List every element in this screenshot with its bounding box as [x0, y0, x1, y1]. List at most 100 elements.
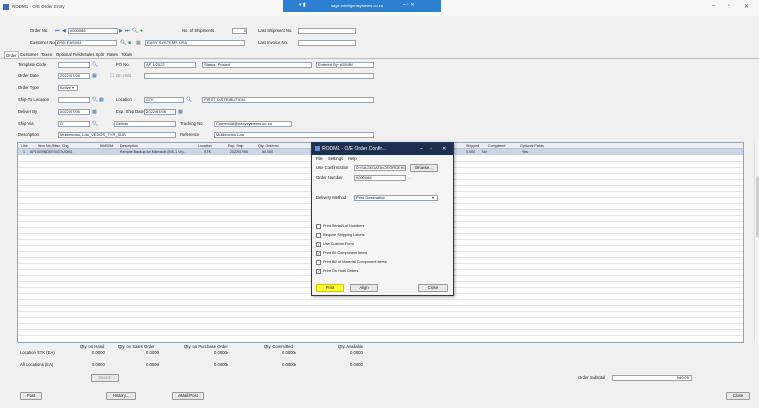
template-code-field[interactable]: [58, 62, 90, 68]
print-on-hold-checkbox[interactable]: ✓: [316, 269, 321, 274]
loc-committed-info-icon[interactable]: ●: [294, 350, 296, 356]
tracking-field[interactable]: Comercial@easysystems.co.za: [214, 121, 292, 127]
tab-totals[interactable]: Totals: [120, 51, 133, 58]
tab-taxes[interactable]: Taxes: [40, 51, 53, 58]
app-icon: [3, 4, 9, 10]
ship-to-location-field[interactable]: [58, 97, 90, 103]
loc-on-sales-info-icon[interactable]: ●: [157, 350, 159, 356]
session-controls-icon[interactable]: – ▫ ✕: [403, 2, 415, 8]
reference-field[interactable]: Multienvios Lda: [214, 132, 374, 138]
all-on-sales-info-icon[interactable]: ●: [157, 362, 159, 368]
location-search-icon[interactable]: 🔍︎: [186, 97, 192, 103]
new-record-icon[interactable]: ●: [140, 28, 143, 34]
first-record-icon[interactable]: ⏮: [55, 28, 60, 34]
customer-notes-icon[interactable]: ■: [128, 40, 131, 46]
cell-exp-ship: 2022/07/06: [230, 150, 248, 154]
dialog-close-button[interactable]: Close: [418, 284, 448, 292]
all-committed-info-icon[interactable]: ●: [294, 362, 296, 368]
all-on-hand: 0.0000: [92, 362, 105, 367]
email-post-button[interactable]: eMail/Post: [172, 392, 204, 400]
tab-sales-split[interactable]: Sales Split: [83, 51, 105, 58]
minimize-icon[interactable]: –: [712, 3, 715, 9]
history-button[interactable]: History...: [106, 392, 136, 400]
deliver-by-field[interactable]: 2022/07/06: [58, 109, 90, 115]
all-on-po: 0.0000: [214, 362, 227, 367]
template-search-icon[interactable]: 🔍︎: [92, 62, 98, 68]
location-field[interactable]: STK: [144, 97, 184, 103]
exp-ship-calendar-icon[interactable]: ▦: [178, 109, 183, 115]
template-code-label: Template Code: [18, 62, 47, 67]
customer-edit-icon[interactable]: ▦: [136, 40, 141, 46]
po-no-field[interactable]: AP 1/2022: [144, 62, 196, 68]
on-hold-checkbox[interactable]: ☐: [110, 73, 114, 79]
last-record-icon[interactable]: ⏭: [125, 28, 130, 34]
loc-on-po-info-icon[interactable]: ●: [226, 350, 228, 356]
exp-ship-label: Exp. Ship Date: [116, 109, 144, 114]
cell-location: STK: [204, 150, 211, 154]
previous-record-icon[interactable]: ◀: [62, 28, 66, 34]
print-button[interactable]: Print: [316, 284, 344, 292]
require-shipping-labels-label: Require Shipping Labels: [323, 233, 365, 237]
align-button[interactable]: Align: [350, 284, 378, 292]
order-comment-field[interactable]: [144, 73, 374, 79]
order-no-field[interactable]: 0000086: [68, 28, 118, 34]
grid-scrollbar[interactable]: [754, 143, 759, 342]
dialog-close-icon[interactable]: ✕: [442, 143, 446, 155]
dialog-minimize-icon[interactable]: –: [420, 143, 423, 155]
delivery-method-select[interactable]: Print Destination: [354, 195, 438, 201]
deliver-by-calendar-icon[interactable]: ▦: [92, 109, 97, 115]
all-on-po-info-icon[interactable]: ●: [226, 362, 228, 368]
use-confirmation-field[interactable]: D:\SAGEDATA\OEORDERCFM.RPT: [354, 165, 406, 171]
tab-customer[interactable]: Customer: [19, 51, 39, 58]
all-locations-label: All Locations (EA): [20, 362, 54, 367]
order-date-calendar-icon[interactable]: ▦: [92, 73, 97, 79]
tab-order[interactable]: Order: [4, 51, 19, 58]
chevron-down-icon[interactable]: ▾: [72, 85, 74, 91]
tab-optional-fields[interactable]: Optional Fields: [55, 51, 85, 58]
delivery-chevron-down-icon[interactable]: ▾: [432, 195, 434, 201]
remote-session-text: sage.intelligentsystems.co.za: [331, 3, 384, 8]
dialog-maximize-icon[interactable]: ▫: [430, 143, 432, 155]
print-serial-lot-checkbox[interactable]: [316, 224, 321, 229]
order-finder-icon[interactable]: …: [408, 175, 412, 181]
tab-rates[interactable]: Rates: [106, 51, 119, 58]
customer-search-icon[interactable]: 🔍︎: [120, 40, 126, 46]
ship-to-address-icon[interactable]: ▦: [99, 97, 104, 103]
customer-no-field[interactable]: DSD-EAS004: [55, 40, 117, 46]
description-field[interactable]: Multienvios, Lda_VEDOS_TYR_SUB: [58, 132, 176, 138]
dialog-app-icon: [315, 146, 320, 151]
exp-ship-field[interactable]: 2022/07/06: [144, 109, 176, 115]
use-confirmation-label: Use Confirmation: [316, 165, 349, 170]
menu-file[interactable]: File: [316, 155, 323, 162]
ship-via-search-icon[interactable]: 🔍︎: [92, 121, 98, 127]
maximize-icon[interactable]: ▫: [728, 3, 730, 9]
menu-help[interactable]: Help: [348, 155, 357, 162]
order-date-label: Order Date: [18, 73, 39, 78]
close-button[interactable]: Close: [726, 392, 750, 400]
search-icon[interactable]: 🔍︎: [132, 28, 138, 34]
browse-button[interactable]: Browse...: [410, 164, 438, 172]
order-number-field[interactable]: 0000086: [354, 175, 406, 181]
print-bom-components-label: Print Bill of Material Component Items: [323, 260, 387, 264]
print-bom-components-checkbox[interactable]: [316, 260, 321, 265]
last-invoice-label: Last Invoice No.: [258, 40, 289, 45]
cell-optional-fields: Yes: [522, 150, 528, 154]
menu-settings[interactable]: Settings: [328, 155, 343, 162]
close-icon[interactable]: ✕: [744, 3, 749, 10]
order-confirmation-dialog: RODM1 - O/E Order Confir... – ▫ ✕ File S…: [311, 142, 454, 296]
ship-to-search-icon[interactable]: 🔍︎: [92, 97, 98, 103]
tracking-label: Tracking No.: [180, 121, 204, 126]
print-kit-components-checkbox[interactable]: ✓: [316, 251, 321, 256]
use-custom-form-checkbox[interactable]: ✓: [316, 242, 321, 247]
ship-via-field[interactable]: D: [58, 121, 90, 127]
all-available: 0.0000: [350, 362, 363, 367]
ship-via-desc-field: Deliver: [114, 121, 176, 127]
order-type-label: Order Type: [18, 85, 39, 90]
order-type-select[interactable]: Active: [58, 85, 78, 91]
next-record-icon[interactable]: ▶: [119, 28, 123, 34]
order-date-field[interactable]: 2022/07/06: [58, 73, 90, 79]
post-button[interactable]: Post: [20, 392, 42, 400]
require-shipping-labels-checkbox[interactable]: [316, 233, 321, 238]
search-button[interactable]: Search: [91, 374, 119, 382]
reference-label: Reference: [180, 132, 200, 137]
